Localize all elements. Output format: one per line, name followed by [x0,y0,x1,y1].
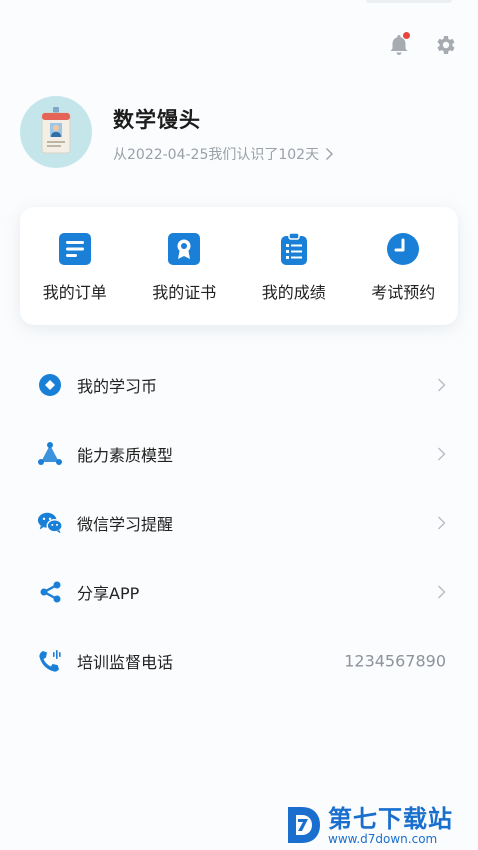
menu-item-share-app[interactable]: 分享APP [0,557,478,626]
chevron-right-icon [326,148,334,160]
id-badge-icon [41,107,71,154]
order-list-icon [57,231,93,267]
menu-item-label: 我的学习币 [77,376,158,396]
menu-list: 我的学习币 能力素质模型 微信学习提醒 分享APP 培训监督电话 1234567… [0,350,478,695]
menu-item-supervision-phone[interactable]: 培训监督电话 1234567890 [0,626,478,695]
quick-action-exam-booking[interactable]: 考试预约 [353,231,453,303]
wechat-icon [37,510,63,536]
certificate-icon [166,231,202,267]
watermark: 第七下载站 www.d7down.com [284,800,474,850]
quick-action-orders[interactable]: 我的订单 [25,231,125,303]
coin-icon [37,372,63,398]
gear-icon [437,36,455,54]
clock-icon [385,231,421,267]
quick-action-label: 我的成绩 [261,283,326,302]
chevron-right-icon [438,516,446,529]
share-icon [37,579,63,605]
settings-button[interactable] [432,32,458,58]
menu-item-label: 分享APP [77,583,140,603]
phone-icon [37,648,63,674]
quick-actions-card: 我的订单 我的证书 我的成绩 考试预约 [20,207,458,325]
watermark-brand: 第七下载站 [328,804,453,833]
avatar[interactable] [20,96,92,168]
notification-button[interactable] [386,32,412,58]
header-actions [386,32,458,58]
menu-item-wechat-reminder[interactable]: 微信学习提醒 [0,488,478,557]
notification-badge [403,32,410,39]
since-text: 从2022-04-25我们认识了102天 [113,147,320,163]
quick-action-label: 考试预约 [371,283,436,302]
d7-logo-icon [288,807,320,843]
chevron-right-icon [438,447,446,460]
quick-action-label: 我的订单 [42,283,107,302]
username: 数学馒头 [113,108,201,132]
phone-number: 1234567890 [344,651,446,670]
chevron-right-icon [438,585,446,598]
quick-action-certificates[interactable]: 我的证书 [134,231,234,303]
menu-item-label: 能力素质模型 [77,445,174,465]
menu-item-label: 培训监督电话 [77,652,174,672]
watermark-url: www.d7down.com [328,831,438,846]
menu-item-study-coins[interactable]: 我的学习币 [0,350,478,419]
top-tab-indicator [366,0,452,3]
model-triangle-icon [37,441,63,467]
since-link[interactable]: 从2022-04-25我们认识了102天 [113,144,334,164]
menu-item-competency-model[interactable]: 能力素质模型 [0,419,478,488]
quick-action-scores[interactable]: 我的成绩 [244,231,344,303]
score-clipboard-icon [276,231,312,267]
chevron-right-icon [438,378,446,391]
quick-action-label: 我的证书 [152,283,217,302]
menu-item-label: 微信学习提醒 [77,514,174,534]
profile-section: 数学馒头 从2022-04-25我们认识了102天 [20,96,460,170]
